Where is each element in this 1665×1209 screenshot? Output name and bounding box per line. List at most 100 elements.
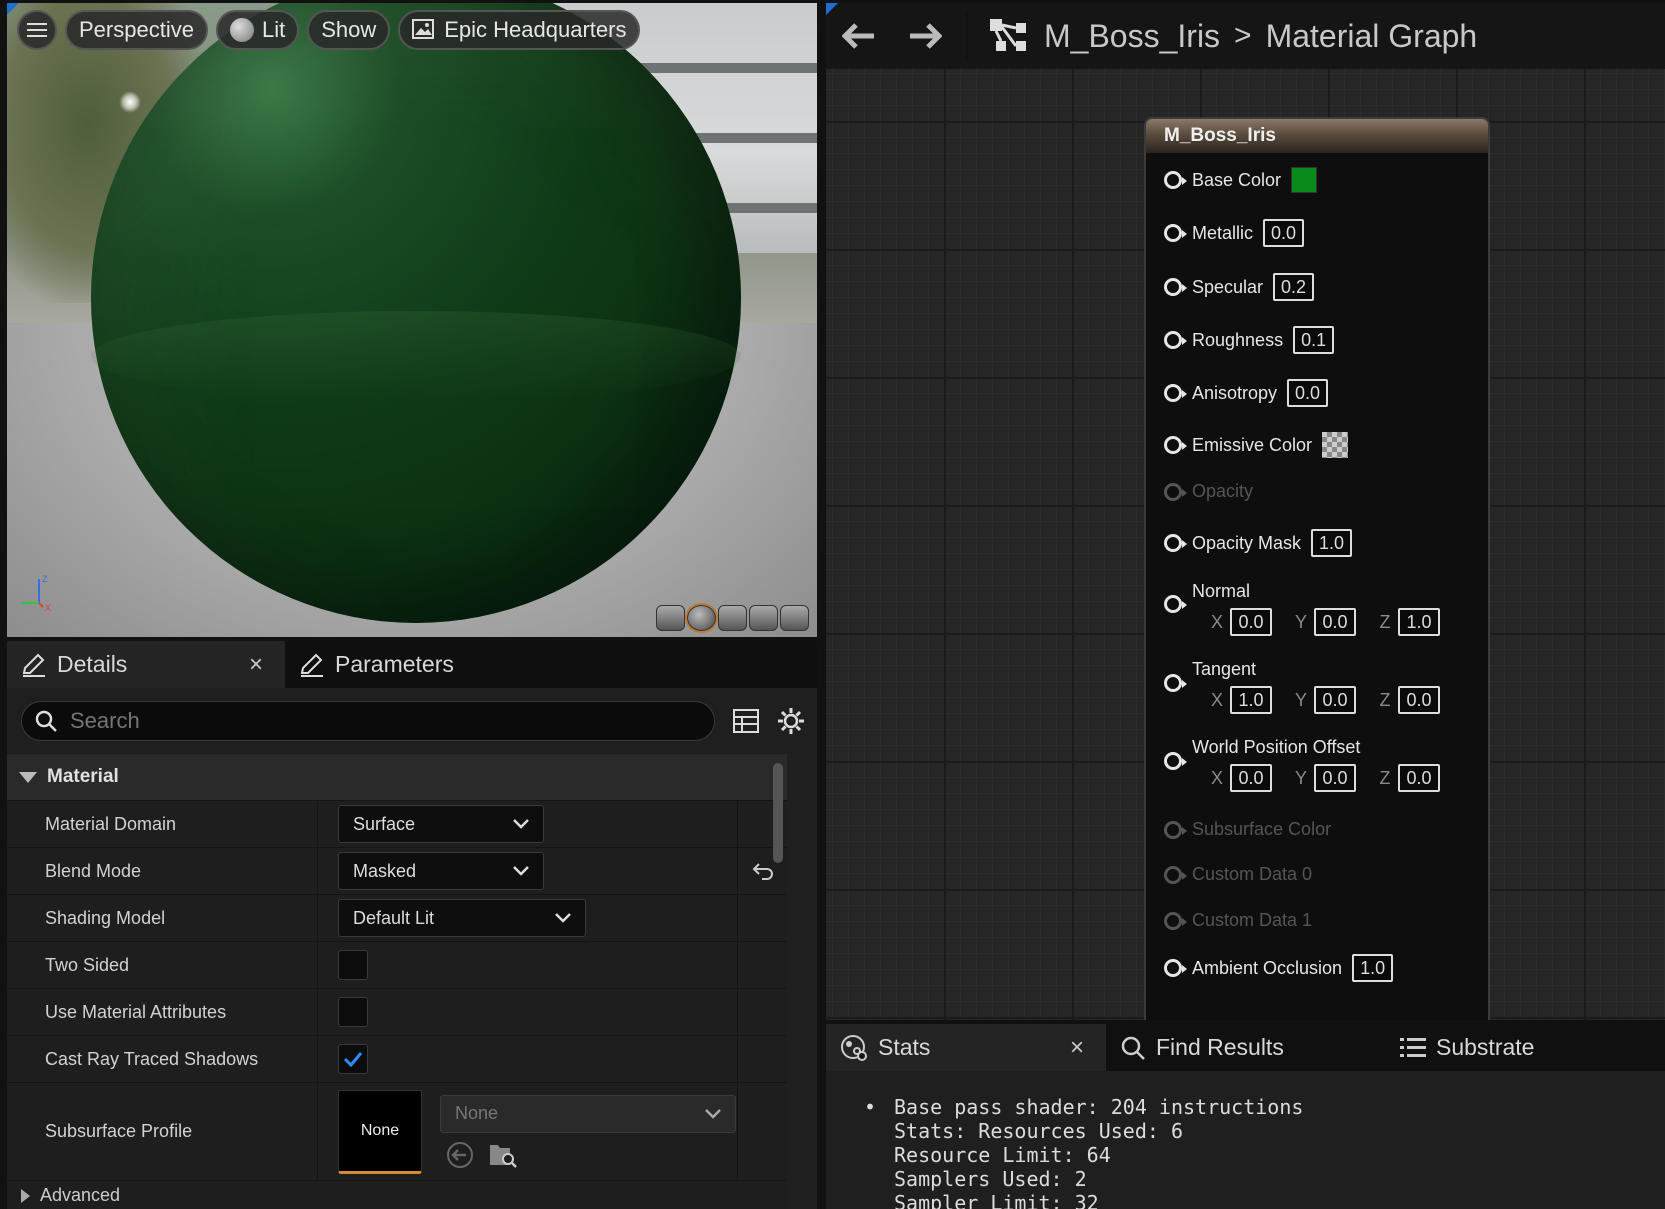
cast-ray-traced-shadows-checkbox[interactable] <box>338 1044 368 1074</box>
settings-button[interactable] <box>777 705 805 737</box>
pin-connector-icon[interactable] <box>1164 278 1187 296</box>
pin-connector-icon[interactable] <box>1164 595 1187 613</box>
anisotropy-value[interactable]: 0.0 <box>1287 379 1329 407</box>
pin-connector-icon[interactable] <box>1164 171 1187 189</box>
normal-x-value[interactable]: 0.0 <box>1230 608 1272 636</box>
preview-viewport[interactable]: Perspective Lit Show Epic Headquarters Z… <box>7 3 817 637</box>
pin-specular[interactable]: Specular 0.2 <box>1164 273 1315 301</box>
subsurface-profile-dropdown[interactable]: None <box>440 1094 736 1133</box>
advanced-section-header[interactable]: Advanced <box>7 1180 787 1209</box>
tab-details[interactable]: Details × <box>7 641 285 688</box>
wpo-y-value[interactable]: 0.0 <box>1314 764 1356 792</box>
pin-connector-icon <box>1164 865 1187 884</box>
axis-y-label: Y <box>1294 689 1307 710</box>
normal-z-value[interactable]: 1.0 <box>1398 608 1440 636</box>
two-sided-checkbox[interactable] <box>338 950 368 980</box>
hamburger-icon <box>27 23 47 37</box>
cast-ray-traced-shadows-label: Cast Ray Traced Shadows <box>7 1036 318 1082</box>
viewport-menu-button[interactable] <box>17 10 57 50</box>
use-material-attributes-row: Use Material Attributes <box>7 988 787 1035</box>
tab-substrate[interactable]: Substrate <box>1386 1024 1548 1071</box>
pin-roughness-label: Roughness <box>1192 329 1284 350</box>
pin-tangent-label: Tangent <box>1192 659 1257 679</box>
pin-tangent-connector[interactable] <box>1164 674 1187 692</box>
viewport-toolbar: Perspective Lit Show Epic Headquarters <box>17 10 641 50</box>
browse-asset-icon[interactable] <box>488 1141 518 1169</box>
details-search-box[interactable] <box>21 701 715 741</box>
forward-button[interactable] <box>892 3 958 69</box>
pin-connector-icon[interactable] <box>1164 331 1187 349</box>
pin-opacity-mask[interactable]: Opacity Mask 1.0 <box>1164 529 1353 557</box>
plane-primitive-button[interactable] <box>718 605 747 631</box>
pin-connector-icon[interactable] <box>1164 752 1187 770</box>
pin-world-position-offset[interactable]: World Position Offset <box>1164 737 1360 758</box>
shading-model-dropdown[interactable]: Default Lit <box>338 899 586 937</box>
sphere-primitive-button[interactable] <box>687 605 716 631</box>
view-mode-button[interactable]: Lit <box>215 10 300 50</box>
pin-metallic[interactable]: Metallic 0.0 <box>1164 219 1305 247</box>
ambient-occlusion-value[interactable]: 1.0 <box>1352 954 1394 982</box>
axis-z-label: Z <box>1379 767 1391 788</box>
pin-emissive-color[interactable]: Emissive Color <box>1164 432 1349 458</box>
stats-tabbar: Stats × Find Results Substrate <box>826 1024 1665 1071</box>
pin-anisotropy[interactable]: Anisotropy 0.0 <box>1164 379 1329 407</box>
use-material-attributes-checkbox[interactable] <box>338 997 368 1027</box>
pin-connector-icon[interactable] <box>1164 224 1187 242</box>
tab-parameters[interactable]: Parameters <box>285 641 468 688</box>
table-view-button[interactable] <box>733 705 759 737</box>
stats-line: Stats: Resources Used: 6 <box>894 1119 1183 1143</box>
wpo-x-value[interactable]: 0.0 <box>1230 764 1272 792</box>
tab-stats[interactable]: Stats × <box>826 1024 1106 1071</box>
axis-x-label: X <box>1210 689 1223 710</box>
material-graph-canvas[interactable]: M_Boss_Iris > Material Graph M_Boss_Iris… <box>826 3 1665 1020</box>
close-icon[interactable]: × <box>249 651 263 679</box>
custom-mesh-primitive-button[interactable] <box>780 605 809 631</box>
pin-connector-icon[interactable] <box>1164 959 1187 977</box>
tangent-y-value[interactable]: 0.0 <box>1314 686 1356 714</box>
breadcrumb: M_Boss_Iris > Material Graph <box>1044 18 1477 55</box>
cube-primitive-button[interactable] <box>749 605 778 631</box>
base-color-swatch[interactable] <box>1291 167 1318 193</box>
pin-connector-icon[interactable] <box>1164 674 1187 692</box>
pin-ambient-occlusion[interactable]: Ambient Occlusion 1.0 <box>1164 954 1394 982</box>
breadcrumb-view[interactable]: Material Graph <box>1266 18 1478 55</box>
pin-wpo-connector[interactable] <box>1164 752 1187 770</box>
emissive-color-swatch[interactable] <box>1322 432 1349 458</box>
material-result-node[interactable]: M_Boss_Iris Base Color Metallic 0.0 Spec… <box>1144 117 1490 1020</box>
pin-connector-icon[interactable] <box>1164 436 1187 454</box>
pin-custom-data-0-label: Custom Data 0 <box>1192 864 1313 884</box>
subsurface-profile-thumbnail[interactable]: None <box>338 1089 422 1174</box>
tangent-x-value[interactable]: 1.0 <box>1230 686 1272 714</box>
expand-arrow-icon <box>21 1188 30 1203</box>
material-domain-dropdown[interactable]: Surface <box>338 805 544 843</box>
specular-value[interactable]: 0.2 <box>1273 273 1315 301</box>
node-title: M_Boss_Iris <box>1146 119 1488 153</box>
tangent-z-value[interactable]: 0.0 <box>1398 686 1440 714</box>
subsurface-profile-row: Subsurface Profile None None <box>7 1082 787 1180</box>
details-search-input[interactable] <box>70 708 670 734</box>
pin-base-color[interactable]: Base Color <box>1164 167 1318 193</box>
opacity-mask-value[interactable]: 1.0 <box>1311 529 1353 557</box>
normal-y-value[interactable]: 0.0 <box>1314 608 1356 636</box>
wpo-vector-fields: X 0.0 Y 0.0 Z 0.0 <box>1210 764 1440 792</box>
close-icon[interactable]: × <box>1070 1034 1084 1062</box>
details-scrollbar[interactable] <box>773 763 783 863</box>
material-section-header[interactable]: Material <box>7 754 787 800</box>
pin-connector-icon[interactable] <box>1164 534 1187 552</box>
perspective-button[interactable]: Perspective <box>65 10 208 50</box>
show-button[interactable]: Show <box>307 10 391 50</box>
environment-button[interactable]: Epic Headquarters <box>398 10 641 50</box>
pin-connector-icon[interactable] <box>1164 384 1187 402</box>
blend-mode-dropdown[interactable]: Masked <box>338 852 544 890</box>
image-landscape-icon <box>412 19 435 39</box>
pin-normal-connector[interactable] <box>1164 595 1187 613</box>
blend-mode-row: Blend Mode Masked <box>7 847 787 894</box>
breadcrumb-asset[interactable]: M_Boss_Iris <box>1044 18 1220 55</box>
wpo-z-value[interactable]: 0.0 <box>1398 764 1440 792</box>
roughness-value[interactable]: 0.1 <box>1293 326 1335 354</box>
tab-find-results[interactable]: Find Results <box>1106 1024 1386 1071</box>
pin-roughness[interactable]: Roughness 0.1 <box>1164 326 1335 354</box>
metallic-value[interactable]: 0.0 <box>1263 219 1305 247</box>
cylinder-primitive-button[interactable] <box>656 605 685 631</box>
use-selected-asset-icon[interactable] <box>446 1141 474 1169</box>
